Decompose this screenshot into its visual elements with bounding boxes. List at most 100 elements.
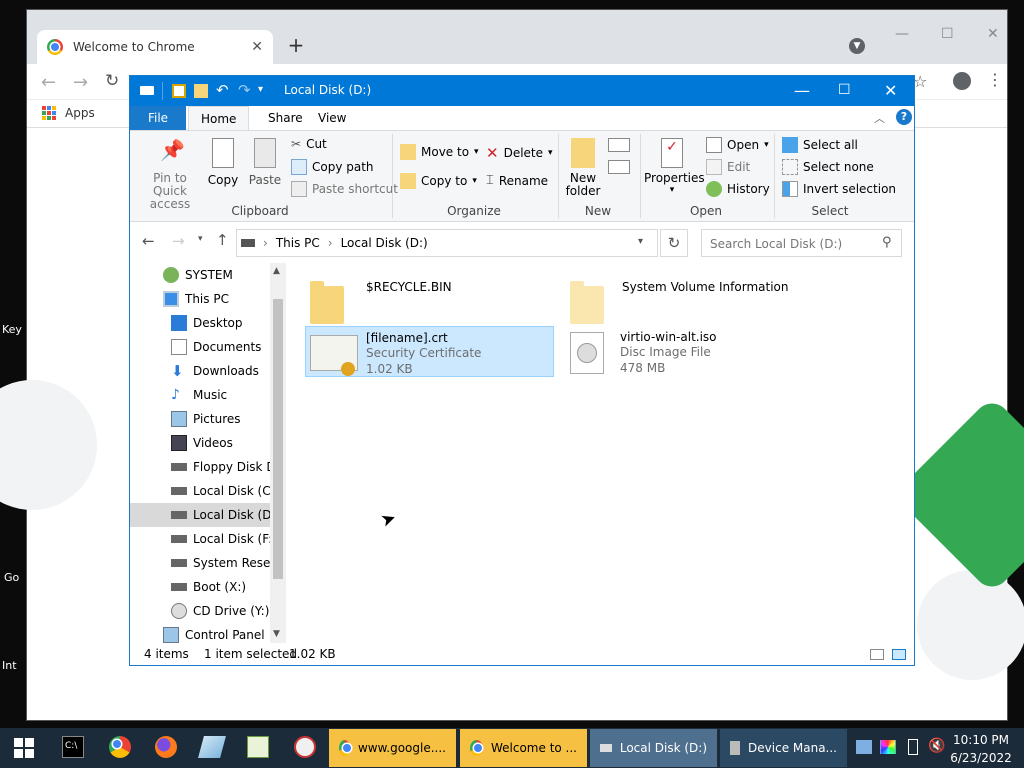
copy-path-button[interactable]: Copy path xyxy=(291,159,374,175)
nav-item-floppy[interactable]: Floppy Disk Dri xyxy=(130,455,270,479)
forward-icon[interactable]: → xyxy=(172,232,185,250)
list-item[interactable]: [filename].crt Security Certificate 1.02… xyxy=(305,326,554,377)
nav-item-local-c[interactable]: Local Disk (C:) xyxy=(130,479,270,503)
nav-item-videos[interactable]: Videos xyxy=(130,431,270,455)
refresh-icon[interactable]: ↻ xyxy=(660,229,688,257)
reload-icon[interactable]: ↻ xyxy=(105,71,119,91)
copy-button[interactable]: Copy xyxy=(206,138,240,187)
tray-network-icon[interactable] xyxy=(856,740,872,754)
invert-selection-button[interactable]: Invert selection xyxy=(782,181,896,197)
nav-item-documents[interactable]: Documents xyxy=(130,335,270,359)
firefox-icon[interactable] xyxy=(155,736,177,758)
tab-home[interactable]: Home xyxy=(188,106,250,130)
apps-label[interactable]: Apps xyxy=(65,106,95,120)
nav-item-local-f[interactable]: Local Disk (F:) xyxy=(130,527,270,551)
minimize-icon[interactable]: — xyxy=(794,81,810,100)
open-button[interactable]: Open ▾ xyxy=(706,137,769,153)
scroll-up-icon[interactable]: ▲ xyxy=(273,266,280,276)
menu-icon[interactable]: ⋮ xyxy=(987,70,1003,89)
taskbar-button-explorer[interactable]: Local Disk (D:) xyxy=(590,729,717,767)
select-none-button[interactable]: Select none xyxy=(782,159,874,175)
list-item[interactable]: System Volume Information xyxy=(566,276,806,324)
address-bar[interactable]: › This PC › Local Disk (D:) xyxy=(236,229,658,257)
nav-item-music[interactable]: ♪ Music xyxy=(130,383,270,407)
close-icon[interactable]: ✕ xyxy=(987,26,999,42)
back-icon[interactable]: ← xyxy=(142,232,155,250)
nav-label: Local Disk (F:) xyxy=(193,532,270,546)
paint-icon[interactable] xyxy=(294,736,316,758)
forward-icon[interactable]: → xyxy=(73,72,88,93)
scrollbar-thumb[interactable] xyxy=(273,299,283,579)
new-folder-quick-icon[interactable] xyxy=(194,84,208,98)
taskbar-button-google[interactable]: www.google.... xyxy=(329,729,456,767)
address-dropdown-icon[interactable]: ▾ xyxy=(638,236,643,247)
chrome-icon[interactable] xyxy=(109,736,131,758)
pin-quick-access-button[interactable]: 📌 Pin to Quick access xyxy=(140,138,200,211)
undo-icon[interactable]: ↶ xyxy=(216,81,229,99)
copy-to-button[interactable]: Copy to ▾ xyxy=(400,173,477,189)
new-item-icon[interactable] xyxy=(608,138,630,152)
nav-item-pictures[interactable]: Pictures xyxy=(130,407,270,431)
history-button[interactable]: History xyxy=(706,181,770,197)
volume-muted-icon[interactable]: 🔇 xyxy=(928,738,945,754)
nav-item-cd-drive[interactable]: CD Drive (Y:) vi xyxy=(130,599,270,623)
clock[interactable]: 10:10 PM 6/23/2022 xyxy=(948,731,1014,767)
nav-item-system[interactable]: SYSTEM xyxy=(130,263,270,287)
up-icon[interactable]: ↑ xyxy=(216,231,229,249)
cut-button[interactable]: ✂ Cut xyxy=(291,137,327,151)
nav-item-local-d[interactable]: Local Disk (D:) xyxy=(130,503,270,527)
breadcrumb-this-pc[interactable]: This PC xyxy=(276,236,320,250)
properties-button[interactable]: ✓ Properties ▾ xyxy=(644,138,705,195)
maximize-icon[interactable]: ☐ xyxy=(838,82,851,98)
paste-button[interactable]: Paste xyxy=(247,138,283,187)
new-tab-icon[interactable]: + xyxy=(285,34,307,56)
back-icon[interactable]: ← xyxy=(41,72,56,93)
nav-item-boot[interactable]: Boot (X:) xyxy=(130,575,270,599)
close-icon[interactable]: ✕ xyxy=(251,39,263,55)
start-icon[interactable] xyxy=(14,738,34,758)
profile-icon[interactable] xyxy=(953,72,971,90)
large-icons-view-icon[interactable] xyxy=(892,649,906,660)
tab-file[interactable]: File xyxy=(130,106,186,130)
taskbar-button-welcome[interactable]: Welcome to ... xyxy=(460,729,587,767)
customize-quick-access-icon[interactable]: ▾ xyxy=(258,84,263,95)
taskbar-button-device-manager[interactable]: Device Mana... xyxy=(720,729,847,767)
collapse-ribbon-icon[interactable]: ︿ xyxy=(874,110,885,126)
edit-button[interactable]: Edit xyxy=(706,159,750,175)
details-view-icon[interactable] xyxy=(870,649,884,660)
delete-button[interactable]: ✕ Delete ▾ xyxy=(486,144,553,162)
scroll-down-icon[interactable]: ▼ xyxy=(273,629,280,639)
list-item[interactable]: virtio-win-alt.iso Disc Image File 478 M… xyxy=(566,326,806,377)
rename-button[interactable]: ⌶ Rename xyxy=(486,173,548,188)
close-icon[interactable]: ✕ xyxy=(884,81,897,100)
nav-item-system-reserved[interactable]: System Reserve xyxy=(130,551,270,575)
paste-shortcut-button[interactable]: Paste shortcut xyxy=(291,181,398,197)
apps-icon[interactable] xyxy=(42,106,56,120)
new-folder-button[interactable]: New folder xyxy=(564,138,602,198)
tray-usb-icon[interactable] xyxy=(908,739,918,755)
easy-access-icon[interactable] xyxy=(608,160,630,174)
star-icon[interactable]: ☆ xyxy=(913,72,927,91)
maximize-icon[interactable]: ☐ xyxy=(941,26,954,42)
redo-icon[interactable]: ↷ xyxy=(238,81,251,99)
recent-locations-icon[interactable]: ▾ xyxy=(198,234,203,244)
chrome-tab[interactable]: Welcome to Chrome ✕ xyxy=(37,30,273,64)
move-to-button[interactable]: Move to ▾ xyxy=(400,144,479,160)
tray-color-icon[interactable] xyxy=(881,740,895,754)
breadcrumb-current[interactable]: Local Disk (D:) xyxy=(341,236,428,250)
help-icon[interactable]: ? xyxy=(896,109,912,125)
status-item-count: 4 items xyxy=(144,647,189,661)
search-input[interactable]: Search Local Disk (D:) xyxy=(701,229,902,257)
nav-item-this-pc[interactable]: This PC xyxy=(130,287,270,311)
select-all-button[interactable]: Select all xyxy=(782,137,858,153)
notepad-icon[interactable] xyxy=(247,736,269,758)
tab-view[interactable]: View xyxy=(306,106,358,130)
terminal-icon[interactable]: C:\ xyxy=(62,736,84,758)
properties-quick-icon[interactable] xyxy=(172,84,186,98)
search-icon[interactable]: ⚲ xyxy=(882,235,892,250)
list-item[interactable]: $RECYCLE.BIN xyxy=(306,276,554,324)
tab-search-icon[interactable]: ▼ xyxy=(849,38,865,54)
minimize-icon[interactable]: — xyxy=(895,26,909,42)
nav-item-downloads[interactable]: ⬇ Downloads xyxy=(130,359,270,383)
nav-item-desktop[interactable]: Desktop xyxy=(130,311,270,335)
